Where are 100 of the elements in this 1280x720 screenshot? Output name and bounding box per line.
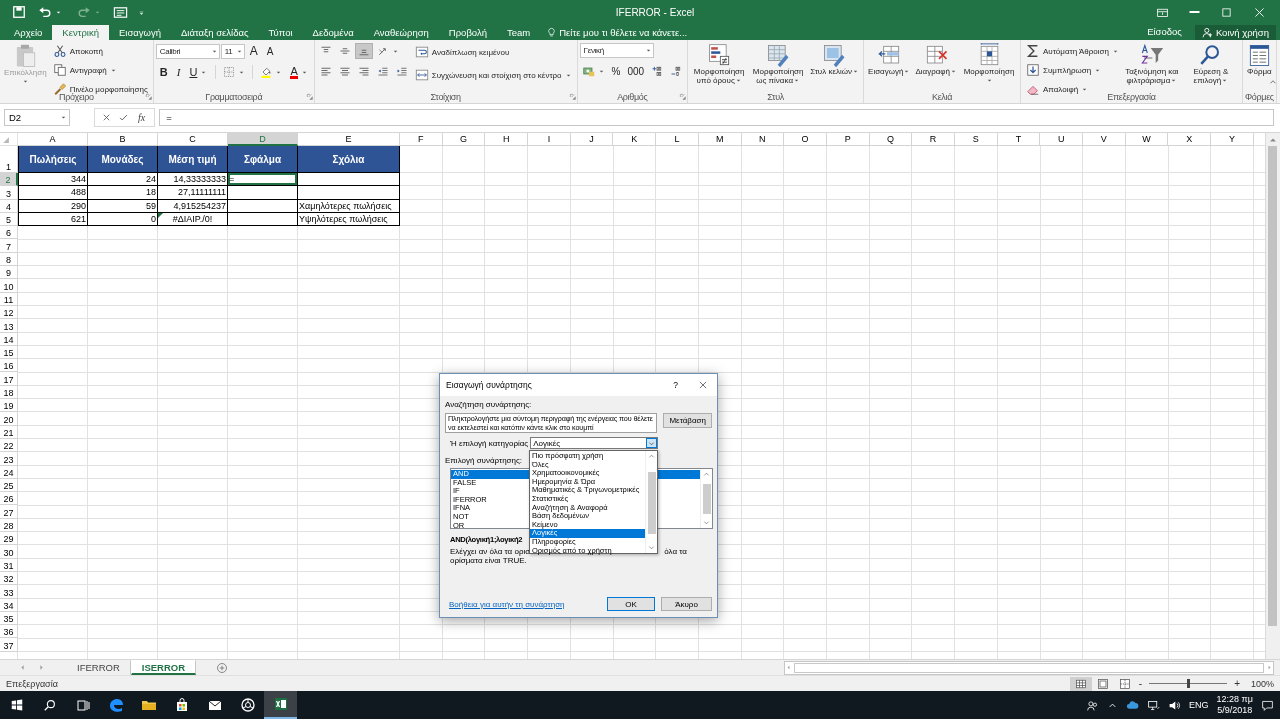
form-button[interactable]: Φόρμα — [1244, 42, 1274, 78]
column-header[interactable]: I — [528, 133, 571, 146]
percent-button[interactable]: % — [608, 63, 624, 79]
row-header[interactable]: 37 — [0, 638, 18, 652]
language-indicator[interactable]: ENG — [1189, 700, 1209, 710]
font-name-field[interactable]: Calibri — [155, 43, 220, 59]
column-header[interactable]: G — [442, 133, 486, 146]
column-header[interactable]: B — [88, 133, 158, 146]
sheet-tab[interactable]: ISERROR — [130, 660, 197, 675]
cut-button[interactable]: Αποκοπή — [49, 42, 151, 60]
ok-button[interactable]: OK — [607, 597, 655, 611]
ribbon-tab[interactable]: Δεδομένα — [302, 25, 364, 40]
dialog-launcher-icon[interactable] — [568, 93, 577, 101]
cloud-icon[interactable] — [1126, 698, 1140, 712]
autosum-button[interactable]: Αυτόματη Άθροιση — [1023, 42, 1122, 60]
shrink-font-button[interactable]: A — [262, 44, 278, 58]
column-header[interactable]: H — [485, 133, 529, 146]
row-header[interactable]: 20 — [0, 412, 18, 426]
clock-time[interactable]: 12:28 πμ — [1216, 694, 1253, 705]
fill-button[interactable]: Συμπλήρωση — [1023, 61, 1122, 79]
zoom-in-button[interactable]: + — [1231, 676, 1243, 691]
column-header[interactable]: U — [1040, 133, 1083, 146]
save-icon[interactable] — [12, 5, 26, 19]
zoom-out-button[interactable]: - — [1135, 676, 1146, 691]
align-bottom-button[interactable] — [354, 43, 373, 59]
wrap-text-button[interactable]: Αναδίπλωση κειμένου — [411, 43, 575, 61]
grow-font-button[interactable]: A — [245, 43, 262, 59]
ribbon-tab[interactable]: Διάταξη σελίδας — [171, 25, 259, 40]
dialog-launcher-icon[interactable] — [679, 93, 688, 101]
row-header[interactable]: 29 — [0, 532, 18, 546]
format-button[interactable]: Μορφοποίηση — [960, 42, 1018, 87]
category-dropdown[interactable]: Λογικές — [530, 437, 659, 449]
row-header[interactable]: 1 — [0, 146, 18, 173]
form-icon[interactable] — [113, 4, 128, 20]
format-as-table-button[interactable]: Μορφοποίηση ως πίνακα — [749, 42, 808, 87]
row-header[interactable]: 19 — [0, 399, 18, 413]
clock-date[interactable]: 5/9/2018 — [1217, 705, 1253, 716]
zoom-slider-thumb[interactable] — [1186, 679, 1190, 688]
add-sheet-icon[interactable] — [216, 661, 229, 674]
row-header[interactable]: 10 — [0, 279, 18, 293]
row-header[interactable]: 2 — [0, 173, 18, 187]
column-header[interactable]: K — [613, 133, 657, 146]
ribbon-tab[interactable]: Αναθεώρηση — [363, 25, 439, 40]
formula-field[interactable]: = — [159, 109, 1274, 126]
insert-button[interactable]: Εισαγωγή — [866, 42, 913, 78]
row-header[interactable]: 27 — [0, 505, 18, 519]
column-header[interactable]: M — [698, 133, 742, 146]
column-header[interactable]: P — [826, 133, 870, 146]
row-header[interactable]: 13 — [0, 319, 18, 333]
column-header[interactable]: E — [298, 133, 400, 146]
cancel-icon[interactable] — [101, 112, 112, 123]
number-format-field[interactable]: Γενική — [579, 43, 654, 58]
check-icon[interactable] — [118, 112, 129, 123]
underline-button[interactable]: U — [185, 65, 212, 79]
font-size-field[interactable]: 11 — [220, 43, 245, 59]
ribbon-tab[interactable]: Προβολή — [438, 25, 497, 40]
ribbon-tab[interactable]: Κεντρική — [52, 25, 109, 40]
copy-button[interactable]: Αντιγραφή — [49, 61, 151, 79]
column-header[interactable]: X — [1168, 133, 1212, 146]
column-header[interactable]: J — [570, 133, 614, 146]
column-header[interactable]: A — [18, 133, 88, 146]
ribbon-tab[interactable]: Τύποι — [258, 25, 303, 40]
conditional-formatting-button[interactable]: Μορφοποίηση υπό όρους — [690, 42, 749, 87]
horizontal-scrollbar[interactable] — [784, 660, 1274, 675]
normal-view-button[interactable] — [1069, 676, 1092, 691]
column-header[interactable]: Q — [869, 133, 913, 146]
delete-button[interactable]: Διαγραφή — [913, 42, 959, 78]
merge-center-button[interactable]: Συγχώνευση και στοίχιση στο κέντρο — [411, 66, 575, 84]
sign-in-link[interactable]: Είσοδος — [1144, 24, 1185, 40]
insert-function-button[interactable]: fx — [135, 110, 149, 125]
ribbon-tab[interactable]: Team — [497, 25, 541, 40]
font-color-button[interactable]: A — [286, 64, 312, 80]
row-header[interactable]: 6 — [0, 226, 18, 240]
column-header[interactable]: Y — [1211, 133, 1254, 146]
ribbon-tab[interactable]: Εισαγωγή — [109, 25, 171, 40]
list-scrollbar[interactable] — [700, 469, 712, 528]
row-header[interactable]: 26 — [0, 492, 18, 506]
column-header[interactable]: V — [1083, 133, 1126, 146]
column-header[interactable]: S — [954, 133, 998, 146]
column-header[interactable]: D — [228, 133, 298, 146]
row-header[interactable]: 9 — [0, 266, 18, 280]
notification-icon[interactable] — [1261, 698, 1274, 712]
ribbon-tab[interactable]: Αρχείο — [4, 25, 53, 40]
tell-me-field[interactable]: Πείτε μου τι θέλετε να κάνετε... — [546, 27, 688, 40]
column-header[interactable]: C — [158, 133, 228, 146]
row-header[interactable]: 7 — [0, 239, 18, 253]
bold-button[interactable]: B — [155, 65, 172, 79]
help-button[interactable]: ? — [670, 379, 681, 391]
help-link[interactable]: Βοήθεια για αυτήν τη συνάρτηση — [449, 599, 601, 609]
column-header[interactable]: N — [741, 133, 785, 146]
share-button[interactable]: Κοινή χρήση — [1194, 25, 1276, 40]
column-header[interactable]: R — [912, 133, 955, 146]
column-header[interactable]: T — [997, 133, 1041, 146]
network-icon[interactable] — [1147, 698, 1161, 712]
row-header[interactable]: 16 — [0, 359, 18, 373]
people-icon[interactable] — [1086, 698, 1100, 712]
cancel-button[interactable]: Άκυρο — [661, 597, 712, 611]
row-header[interactable]: 17 — [0, 372, 18, 386]
go-button[interactable]: Μετάβαση — [663, 413, 712, 428]
find-select-button[interactable]: Εύρεση & επιλογή — [1181, 42, 1240, 87]
